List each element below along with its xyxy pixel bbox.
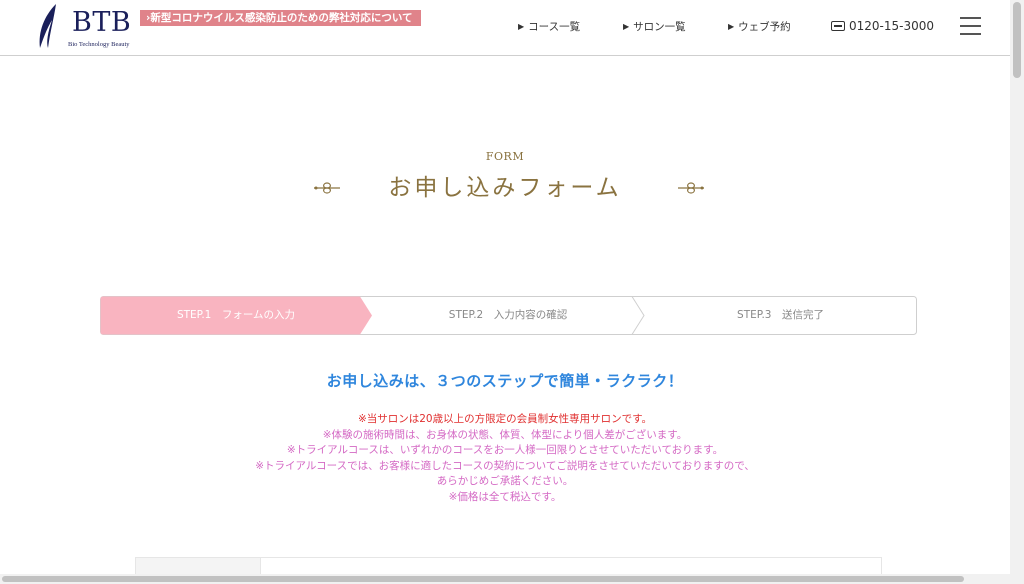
horizontal-scrollbar-thumb[interactable]: [2, 576, 964, 582]
site-header: BTB Bio Technology Beauty ›新型コロナウイルス感染防止…: [0, 0, 1010, 56]
covid-notice-text: 新型コロナウイルス感染防止のための弊社対応について: [150, 12, 413, 24]
btb-logo[interactable]: BTB Bio Technology Beauty: [34, 2, 134, 52]
nav-salon-list-label: サロン一覧: [633, 21, 686, 33]
triangle-right-icon: ▶: [623, 22, 630, 31]
nav-salon-list[interactable]: ▶ サロン一覧: [623, 20, 686, 34]
note-trial-once: ※トライアルコースは、いずれかのコースをお一人様一回限りとさせていただいておりま…: [286, 444, 724, 456]
page-title: お申し込みフォーム: [388, 175, 622, 201]
flourish-ornament-icon: [314, 182, 340, 194]
free-dial-icon: [831, 21, 845, 31]
nav-web-reservation[interactable]: ▶ ウェブ予約: [728, 20, 791, 34]
phone-link[interactable]: 0120-15-3000: [831, 19, 934, 34]
hamburger-menu-icon[interactable]: [960, 17, 981, 35]
nav-course-list-label: コース一覧: [528, 21, 581, 33]
vertical-scrollbar-thumb[interactable]: [1013, 2, 1021, 78]
step-2-label: STEP.2 入力内容の確認: [448, 309, 568, 321]
nav-web-reservation-label: ウェブ予約: [738, 21, 791, 33]
covid-notice-link[interactable]: ›新型コロナウイルス感染防止のための弊社対応について: [140, 10, 421, 26]
note-age-limit: ※当サロンは20歳以上の方限定の会員制女性専用サロンです。: [357, 413, 653, 425]
form-eyebrow: FORM: [485, 150, 525, 163]
note-trial-contract: ※トライアルコースでは、お客様に適したコースの契約についてご説明をさせていただい…: [255, 459, 755, 472]
flourish-ornament-icon: [678, 182, 704, 194]
notice-list: ※当サロンは20歳以上の方限定の会員制女性専用サロンです。 ※体験の施術時間は、…: [0, 412, 1010, 505]
step-3-label: STEP.3 送信完了: [737, 309, 824, 321]
triangle-right-icon: ▶: [728, 22, 735, 31]
logo-subtitle: Bio Technology Beauty: [68, 41, 130, 48]
intro-heading: お申し込みは、３つのステップで簡単・ラクラク！: [326, 372, 684, 390]
logo-text: BTB: [72, 7, 132, 38]
phone-number: 0120-15-3000: [849, 19, 935, 33]
step-1-label: STEP.1 フォームの入力: [176, 309, 296, 321]
nav-course-list[interactable]: ▶ コース一覧: [518, 20, 580, 34]
note-tax: ※価格は全て税込です。: [448, 490, 562, 503]
horizontal-scrollbar[interactable]: [0, 574, 1010, 584]
vertical-scrollbar[interactable]: [1010, 0, 1024, 584]
triangle-right-icon: ▶: [518, 22, 525, 31]
step-progress: STEP.1 フォームの入力 STEP.2 入力内容の確認 STEP.3 送信完…: [100, 296, 917, 335]
note-consent: あらかじめご承諾ください。: [436, 475, 574, 487]
note-duration: ※体験の施術時間は、お身体の状態、体質、体型により個人差がございます。: [322, 428, 688, 441]
